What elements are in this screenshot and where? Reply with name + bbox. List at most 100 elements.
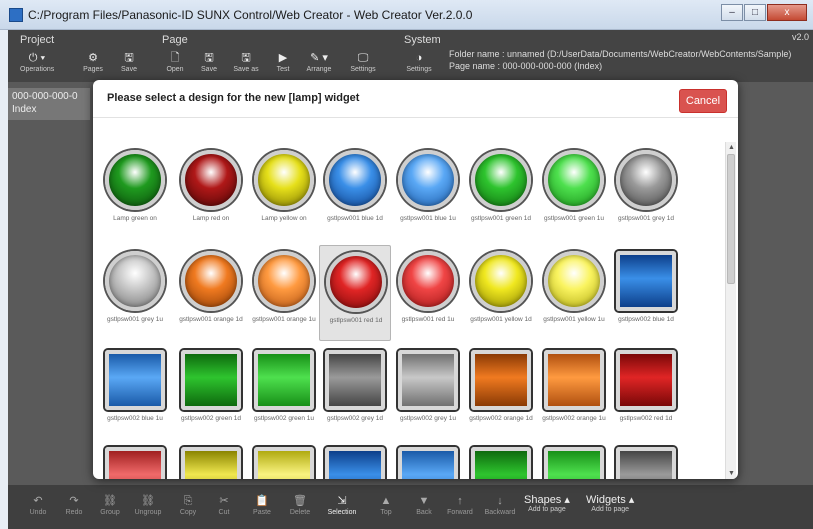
bottom-button-backward[interactable]: ↓ Backward <box>482 495 518 516</box>
bottom-button-forward[interactable]: ↑ Forward <box>442 495 478 516</box>
close-button[interactable]: x <box>767 4 807 21</box>
widget-design-option[interactable] <box>99 441 171 479</box>
arrange-button[interactable]: ✎ ▾ Arrange <box>302 52 336 78</box>
lamp-icon <box>398 447 458 479</box>
ungroup-icon: ⛓ <box>141 495 155 507</box>
widget-design-option[interactable]: Lamp red on <box>175 144 247 240</box>
widget-design-label: gstlpsw002 green 1d <box>181 415 241 422</box>
lamp-icon <box>326 252 386 312</box>
lamp-icon <box>398 251 458 311</box>
forward-icon: ↑ <box>457 495 463 507</box>
widget-design-option[interactable]: gstlpsw001 blue 1u <box>392 144 464 240</box>
widget-design-option[interactable]: gstlpsw001 green 1d <box>465 144 537 240</box>
dialog-scrollbar[interactable]: ▲ ▼ <box>725 142 736 479</box>
group-icon: ⛓ <box>103 495 117 507</box>
widget-design-option[interactable]: gstlpsw001 green 1u <box>538 144 610 240</box>
lamp-icon <box>254 447 314 479</box>
minimize-button[interactable]: – <box>721 4 743 21</box>
maximize-button[interactable]: □ <box>744 4 766 21</box>
bottom-button-undo[interactable]: ↶ Undo <box>20 495 56 516</box>
project-save-button[interactable]: 🖫 Save <box>112 52 146 78</box>
widget-design-option[interactable]: gstlpsw002 orange 1u <box>538 344 610 440</box>
widget-design-option[interactable] <box>175 441 247 479</box>
widget-design-option[interactable]: gstlpsw002 green 1u <box>248 344 320 440</box>
widget-design-option[interactable]: gstlpsw002 grey 1u <box>392 344 464 440</box>
monitor-icon: 🖵 <box>357 52 369 64</box>
scroll-down-icon[interactable]: ▼ <box>728 470 735 477</box>
lamp-icon <box>181 350 241 410</box>
widget-design-option[interactable] <box>248 441 320 479</box>
save-icon: 🖫 <box>204 52 214 64</box>
widget-design-option[interactable]: Lamp green on <box>99 144 171 240</box>
page-save-button[interactable]: 🖫 Save <box>192 52 226 78</box>
widget-design-option[interactable]: gstlpsw001 grey 1u <box>99 245 171 341</box>
lamp-icon <box>616 350 676 410</box>
redo-icon: ↷ <box>69 495 79 507</box>
widget-design-option[interactable]: gstlpsw001 blue 1d <box>319 144 391 240</box>
widget-design-label: gstlpsw001 yellow 1u <box>543 316 605 323</box>
operations-button[interactable]: ⏻ ▾ Operations <box>20 52 54 78</box>
widget-design-option[interactable] <box>319 441 391 479</box>
widget-design-option[interactable]: gstlpsw002 grey 1d <box>319 344 391 440</box>
dialog-title: Please select a design for the new [lamp… <box>107 92 360 104</box>
design-grid: Lamp green on Lamp red on Lamp yellow on gs… <box>93 120 723 479</box>
widget-design-label: gstlpsw001 blue 1d <box>327 215 383 222</box>
page-name-label: Index <box>12 104 37 115</box>
widget-design-option[interactable]: gstlpsw001 orange 1d <box>175 245 247 341</box>
bottom-button-delete[interactable]: 🗑 Delete <box>282 495 318 516</box>
widget-design-option[interactable]: gstlpsw002 blue 1d <box>610 245 682 341</box>
bottom-button-back[interactable]: ▼ Back <box>406 495 442 516</box>
widget-design-option[interactable]: Lamp yellow on <box>248 144 320 240</box>
widget-design-option[interactable]: gstlpsw001 yellow 1d <box>465 245 537 341</box>
window-controls: – □ x <box>721 4 807 21</box>
widget-design-option[interactable]: gstlpsw001 orange 1u <box>248 245 320 341</box>
widget-design-option[interactable] <box>392 441 464 479</box>
bottom-button-copy[interactable]: ⎘ Copy <box>170 495 206 516</box>
widget-design-option[interactable] <box>538 441 610 479</box>
test-button[interactable]: ▶ Test <box>266 52 300 78</box>
lamp-icon <box>616 251 676 311</box>
widget-design-label: Lamp red on <box>192 215 230 222</box>
bottom-button-redo[interactable]: ↷ Redo <box>56 495 92 516</box>
page-name: Page name : 000-000-000-000 (Index) <box>449 61 603 71</box>
bottom-button-ungroup[interactable]: ⛓ Ungroup <box>130 495 166 516</box>
widget-design-option[interactable]: gstlpsw002 green 1d <box>175 344 247 440</box>
bottom-button-paste[interactable]: 📋 Paste <box>244 495 280 516</box>
lamp-icon <box>471 447 531 479</box>
lamp-icon <box>181 447 241 479</box>
widgets-menu[interactable]: Widgets ▴ Add to page <box>586 493 634 513</box>
widget-design-option[interactable]: gstlpsw001 yellow 1u <box>538 245 610 341</box>
widget-design-option[interactable]: gstlpsw002 red 1d <box>610 344 682 440</box>
pages-button[interactable]: ⚙ Pages <box>76 52 110 78</box>
widget-design-label: gstlpsw001 green 1u <box>544 215 604 222</box>
shapes-menu[interactable]: Shapes ▴ Add to page <box>524 493 570 513</box>
bottom-button-cut[interactable]: ✂ Cut <box>206 495 242 516</box>
system-group-title: System <box>404 34 441 46</box>
widget-design-option[interactable]: gstlpsw002 blue 1u <box>99 344 171 440</box>
widget-design-option[interactable]: gstlpsw001 red 1u <box>392 245 464 341</box>
page-list-item[interactable]: 000-000-000-0 Index <box>8 88 90 120</box>
lamp-icon <box>254 251 314 311</box>
bottom-button-selection[interactable]: ⇲ Selection <box>324 495 360 516</box>
widget-design-label: gstlpsw001 red 1d <box>329 317 383 324</box>
delete-icon: 🗑 <box>293 495 307 507</box>
page-settings-button[interactable]: 🖵 Settings <box>346 52 380 78</box>
save-as-button[interactable]: 🖫 Save as <box>229 52 263 78</box>
scroll-thumb[interactable] <box>727 154 735 284</box>
widget-design-option[interactable]: gstlpsw002 orange 1d <box>465 344 537 440</box>
bottom-button-group[interactable]: ⛓ Group <box>92 495 128 516</box>
widget-design-option[interactable] <box>610 441 682 479</box>
backward-icon: ↓ <box>497 495 503 507</box>
cancel-button[interactable]: Cancel <box>679 89 727 113</box>
lamp-icon <box>325 447 385 479</box>
widget-design-option[interactable]: gstlpsw001 red 1d <box>319 245 391 341</box>
widget-design-option[interactable]: gstlpsw001 grey 1d <box>610 144 682 240</box>
lamp-icon <box>471 251 531 311</box>
open-button[interactable]: 🗋 Open <box>158 52 192 78</box>
cut-icon: ✂ <box>219 495 229 507</box>
scroll-up-icon[interactable]: ▲ <box>728 144 735 151</box>
widget-design-option[interactable] <box>465 441 537 479</box>
system-settings-button[interactable]: ◑ Settings <box>402 52 436 78</box>
bottom-button-top[interactable]: ▲ Top <box>368 495 404 516</box>
project-group-title: Project <box>20 34 55 46</box>
